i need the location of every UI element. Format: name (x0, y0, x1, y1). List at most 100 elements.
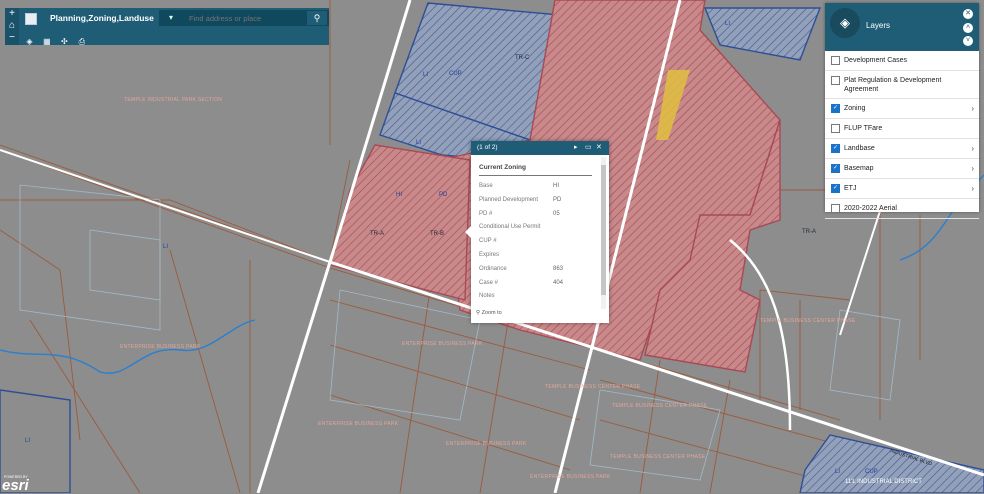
popup-fields: Base HI Planned Development PD PD # 05 Cond… (479, 181, 594, 305)
layers-tool-icon[interactable]: ◈ (23, 36, 36, 48)
field-row-cup-number: CUP # (479, 236, 594, 250)
layer-item-basemap[interactable]: Basemap › (825, 159, 979, 179)
layer-label: Zoning (844, 105, 866, 112)
field-row-planned-development: Planned Development PD (479, 195, 594, 209)
label-temple-center-3: TEMPLE BUSINESS CENTER PHASE (610, 454, 706, 460)
layer-label: Landbase (844, 145, 875, 152)
field-row-base: Base HI (479, 181, 594, 195)
label-zone-cup-1: CUP (449, 71, 462, 77)
field-row-expires: Expires (479, 250, 594, 264)
search-icon[interactable]: ⚲ (307, 11, 327, 25)
layer-checkbox[interactable] (831, 124, 840, 133)
popup-title: Current Zoning (479, 164, 526, 171)
chevron-right-icon[interactable]: › (971, 104, 974, 113)
layer-label: ETJ (844, 185, 857, 192)
label-zone-li-2: LI (416, 140, 421, 146)
scrollbar-thumb[interactable] (601, 165, 606, 295)
popup-header: (1 of 2) ▸ ▭ ✕ (471, 141, 609, 155)
layers-panel: ◈ Layers ✕ ˄ ˅ Development Cases Plat Re… (825, 3, 979, 219)
field-key: Expires (479, 251, 500, 258)
label-enterprise-2: ENTERPRISE BUSINESS PARK (402, 341, 483, 347)
app-toolbar: + ⌂ − Planning,Zoning,Landuse ▾ ⚲ ◈ ▦ ✣ … (5, 8, 329, 48)
maximize-icon[interactable]: ▭ (585, 143, 592, 151)
layer-item-landbase[interactable]: Landbase › (825, 139, 979, 159)
label-zone-li-6: LI (835, 469, 840, 475)
field-value: 05 (553, 210, 560, 217)
chevron-down-icon[interactable]: ˅ (963, 36, 973, 46)
label-temple-industrial: TEMPLE INDUSTRIAL PARK SECTION (124, 97, 222, 103)
label-enterprise-4: ENTERPRISE BUSINESS PARK (446, 441, 527, 447)
field-row-cup: Conditional Use Permit (479, 222, 594, 236)
field-row-case-number: Case # 404 (479, 278, 594, 292)
layer-label: 2020-2022 Aerial (844, 205, 897, 212)
zoom-out-button[interactable]: − (5, 32, 19, 44)
layer-item-plat-regulation[interactable]: Plat Regulation & Development Agreement (825, 71, 979, 99)
home-button[interactable]: ⌂ (5, 20, 19, 32)
layers-panel-header: ◈ Layers ✕ ˄ ˅ (825, 3, 979, 51)
layer-checkbox[interactable] (831, 204, 840, 213)
field-key: Base (479, 183, 493, 189)
label-enterprise-5: ENTERPRISE BUSINESS PARK (530, 474, 611, 480)
field-row-ordinance: Ordinance 863 (479, 264, 594, 278)
close-icon[interactable]: ✕ (963, 9, 973, 19)
layer-checkbox[interactable] (831, 104, 840, 113)
label-enterprise-3: ENTERPRISE BUSINESS PARK (318, 421, 399, 427)
layers-panel-title: Layers (866, 21, 891, 30)
field-key: Case # (479, 279, 499, 286)
layer-checkbox[interactable] (831, 164, 840, 173)
label-temple-center-1: TEMPLE BUSINESS CENTER PHASE (545, 384, 641, 390)
layer-item-flup-tfare[interactable]: FLUP TFare (825, 119, 979, 139)
basemap-gallery-icon[interactable]: ▦ (40, 36, 53, 48)
popup-counter: (1 of 2) (477, 144, 498, 151)
search-box: ▾ ⚲ (159, 10, 329, 26)
measure-tool-icon[interactable]: ✣ (58, 36, 71, 48)
layers-icon: ◈ (830, 8, 860, 38)
feature-popup: (1 of 2) ▸ ▭ ✕ Current Zoning Base HI Pla… (465, 141, 609, 323)
label-parcel-b: TR-B (430, 231, 444, 237)
field-key: Conditional Use Permit (479, 224, 541, 231)
zoom-to-link[interactable]: ⚲ Zoom to (476, 310, 502, 316)
field-row-pd-number: PD # 05 (479, 209, 594, 223)
layer-label: Basemap (844, 165, 874, 172)
label-zone-cup-2: CUP (865, 469, 878, 475)
layer-item-development-cases[interactable]: Development Cases (825, 51, 979, 71)
label-zone-li-3: LI (163, 244, 168, 250)
field-row-notes: Notes (479, 291, 594, 305)
chevron-right-icon[interactable]: › (971, 164, 974, 173)
zoom-to-label: Zoom to (481, 310, 502, 316)
label-zone-li-1: LI (423, 72, 428, 78)
layer-item-etj[interactable]: ETJ › (825, 179, 979, 199)
layer-label: FLUP TFare (844, 125, 883, 132)
label-parcel-a: TR-A (370, 231, 384, 237)
field-key: Planned Development (479, 196, 539, 203)
label-parcel-c: TR-C (515, 55, 530, 61)
layer-list: Development Cases Plat Regulation & Deve… (825, 51, 979, 219)
search-source-dropdown[interactable]: ▾ (161, 12, 181, 24)
layer-checkbox[interactable] (831, 56, 840, 65)
layer-checkbox[interactable] (831, 184, 840, 193)
label-temple-center-2: TEMPLE BUSINESS CENTER PHASE (612, 403, 708, 409)
zoom-controls: + ⌂ − (5, 8, 19, 45)
layer-checkbox[interactable] (831, 76, 840, 85)
field-key: CUP # (479, 238, 497, 245)
zoom-in-button[interactable]: + (5, 8, 19, 20)
search-input[interactable] (183, 12, 311, 26)
layer-checkbox[interactable] (831, 144, 840, 153)
layer-item-zoning[interactable]: Zoning › (825, 99, 979, 119)
field-value: 863 (553, 265, 564, 272)
field-key: Ordinance (479, 265, 507, 272)
field-value: HI (553, 183, 559, 189)
chevron-right-icon[interactable]: › (971, 144, 974, 153)
field-value: 404 (553, 279, 564, 286)
chevron-right-icon[interactable]: › (971, 184, 974, 193)
close-icon[interactable]: ✕ (596, 143, 602, 151)
app-title: Planning,Zoning,Landuse (50, 13, 154, 23)
chevron-up-icon[interactable]: ˄ (963, 23, 973, 33)
field-key: PD # (479, 210, 493, 217)
label-industrial-district: 11'L INDUSTRIAL DISTRICT (845, 479, 922, 485)
field-value: PD (553, 196, 562, 203)
next-feature-icon[interactable]: ▸ (574, 143, 578, 151)
popup-scrollbar[interactable] (601, 157, 606, 309)
print-icon[interactable]: ⎙ (75, 36, 88, 48)
layer-item-aerial[interactable]: 2020-2022 Aerial (825, 199, 979, 219)
